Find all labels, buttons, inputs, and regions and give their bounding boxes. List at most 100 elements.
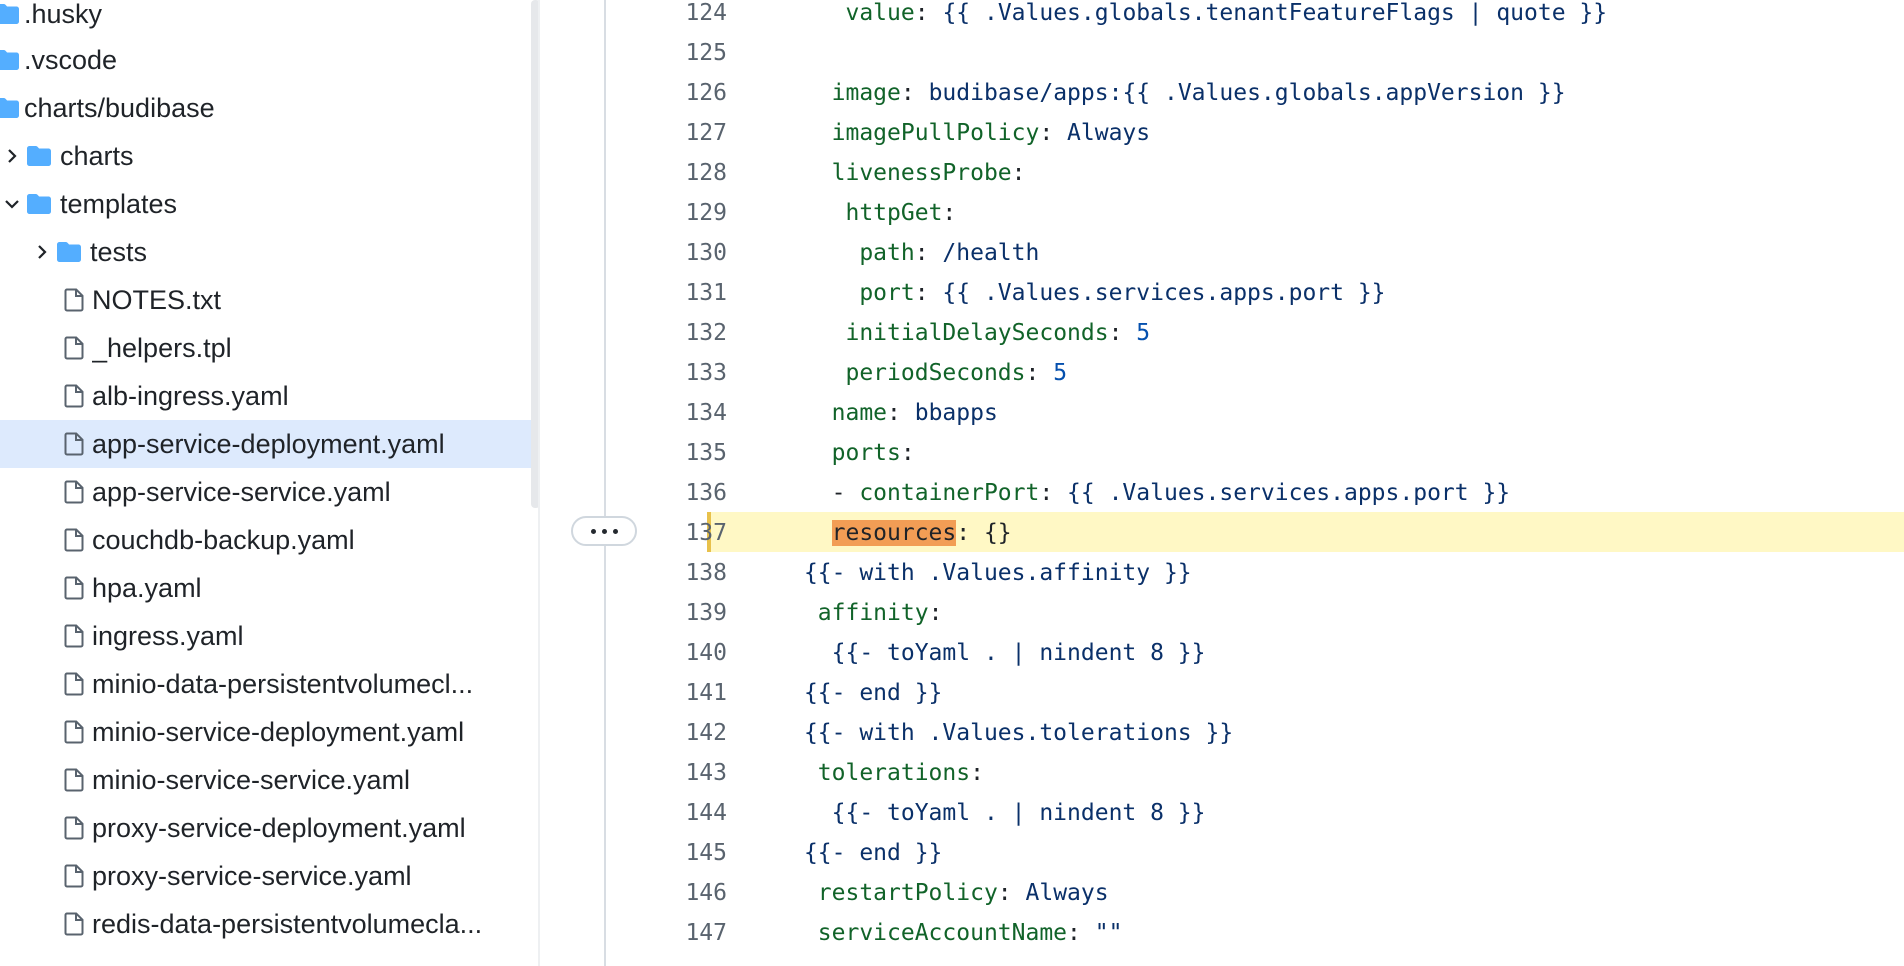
tree-item-label: app-service-deployment.yaml xyxy=(92,428,445,459)
code-line: 143 tolerations: xyxy=(541,752,1904,792)
file-item[interactable]: couchdb-backup.yaml xyxy=(0,516,531,564)
tree-item-label: minio-data-persistentvolumecl... xyxy=(92,668,474,699)
folder-item[interactable]: .husky xyxy=(0,0,531,38)
file-item[interactable]: app-service-deployment.yaml xyxy=(0,420,531,468)
line-content: {{- toYaml . | nindent 8 }} xyxy=(707,800,1206,826)
code-token: value xyxy=(845,0,915,26)
chevron-down-icon[interactable] xyxy=(2,194,22,214)
line-content: value: {{ .Values.globals.tenantFeatureF… xyxy=(707,0,1607,26)
code-line: 140 {{- toYaml . | nindent 8 }} xyxy=(541,632,1904,672)
tree-item-label: charts/budibase xyxy=(24,92,215,123)
folder-item[interactable]: .vscode xyxy=(0,36,531,84)
file-item[interactable]: minio-data-persistentvolumecl... xyxy=(0,660,531,708)
code-line: 141 {{- end }} xyxy=(541,672,1904,712)
file-item[interactable]: proxy-service-service.yaml xyxy=(0,852,531,900)
code-token: : xyxy=(997,880,1026,906)
file-item[interactable]: minio-service-deployment.yaml xyxy=(0,708,531,756)
file-item[interactable]: ingress.yaml xyxy=(0,612,531,660)
file-item[interactable]: redis-data-persistentvolumecla... xyxy=(0,900,531,948)
code-token: name xyxy=(831,400,888,426)
file-icon xyxy=(64,720,84,744)
line-number[interactable]: 125 xyxy=(611,40,727,66)
file-icon xyxy=(64,336,84,360)
code-line: 146 restartPolicy: Always xyxy=(541,872,1904,912)
more-options-dot xyxy=(612,528,618,534)
code-line: 129 httpGet: xyxy=(541,192,1904,232)
folder-item[interactable]: charts/budibase xyxy=(0,84,531,132)
search-match: resources xyxy=(831,520,957,546)
code-token: path xyxy=(859,240,915,266)
code-token: bbapps xyxy=(914,400,998,426)
chevron-right-icon[interactable] xyxy=(2,146,22,166)
file-item[interactable]: hpa.yaml xyxy=(0,564,531,612)
line-content: ports: xyxy=(707,440,915,466)
code-line: 142 {{- with .Values.tolerations }} xyxy=(541,712,1904,752)
code-token: {{- with .Values.tolerations }} xyxy=(803,720,1234,746)
tree-item-label: proxy-service-deployment.yaml xyxy=(92,812,466,843)
more-options-icon xyxy=(590,528,596,534)
code-token: {{- with .Values.affinity }} xyxy=(803,560,1192,586)
file-icon xyxy=(64,864,84,888)
code-token: - xyxy=(831,480,860,506)
file-item[interactable]: NOTES.txt xyxy=(0,276,531,324)
tree-item-label: .vscode xyxy=(24,44,118,75)
folder-item[interactable]: tests xyxy=(0,228,531,276)
code-token: : xyxy=(900,440,915,466)
more-options-button[interactable] xyxy=(571,516,637,546)
code-token: : xyxy=(1025,360,1054,386)
line-content: restartPolicy: Always xyxy=(707,880,1109,906)
code-token: "" xyxy=(1094,920,1123,946)
folder-icon xyxy=(0,97,20,119)
code-line: 130 path: /health xyxy=(541,232,1904,272)
code-token: {{- toYaml . | nindent 8 }} xyxy=(831,800,1206,826)
folder-item[interactable]: charts xyxy=(0,132,531,180)
tree-item-label: minio-service-service.yaml xyxy=(92,764,411,795)
code-token: port xyxy=(859,280,915,306)
code-token: imagePullPolicy xyxy=(831,120,1040,146)
line-content: serviceAccountName: "" xyxy=(707,920,1123,946)
file-icon xyxy=(64,768,84,792)
code-token: containerPort xyxy=(859,480,1040,506)
code-line: 145 {{- end }} xyxy=(541,832,1904,872)
code-line: 139 affinity: xyxy=(541,592,1904,632)
code-token: : xyxy=(1011,160,1026,186)
code-line: 134 name: bbapps xyxy=(541,392,1904,432)
code-line: 126 image: budibase/apps:{{ .Values.glob… xyxy=(541,72,1904,112)
chevron-right-icon[interactable] xyxy=(32,242,52,262)
file-item[interactable]: alb-ingress.yaml xyxy=(0,372,531,420)
code-token: : xyxy=(1039,480,1068,506)
folder-item[interactable]: templates xyxy=(0,180,531,228)
file-icon xyxy=(64,624,84,648)
line-content: - containerPort: {{ .Values.services.app… xyxy=(707,480,1511,506)
code-token: livenessProbe xyxy=(831,160,1012,186)
tree-item-label: app-service-service.yaml xyxy=(92,476,391,507)
file-icon xyxy=(64,480,84,504)
code-token: : xyxy=(914,280,943,306)
tree-item-label: tests xyxy=(90,236,148,267)
tree-item-label: alb-ingress.yaml xyxy=(92,380,289,411)
line-content: initialDelaySeconds: 5 xyxy=(707,320,1150,346)
code-token: {{- end }} xyxy=(803,840,943,866)
file-item[interactable]: proxy-service-deployment.yaml xyxy=(0,804,531,852)
line-content: {{- with .Values.affinity }} xyxy=(707,560,1192,586)
file-icon xyxy=(64,384,84,408)
file-icon xyxy=(64,816,84,840)
file-item[interactable]: app-service-service.yaml xyxy=(0,468,531,516)
file-item[interactable]: _helpers.tpl xyxy=(0,324,531,372)
code-token: ports xyxy=(831,440,901,466)
code-token: Always xyxy=(1025,880,1109,906)
code-token: : xyxy=(942,200,957,226)
file-item[interactable]: minio-service-service.yaml xyxy=(0,756,531,804)
